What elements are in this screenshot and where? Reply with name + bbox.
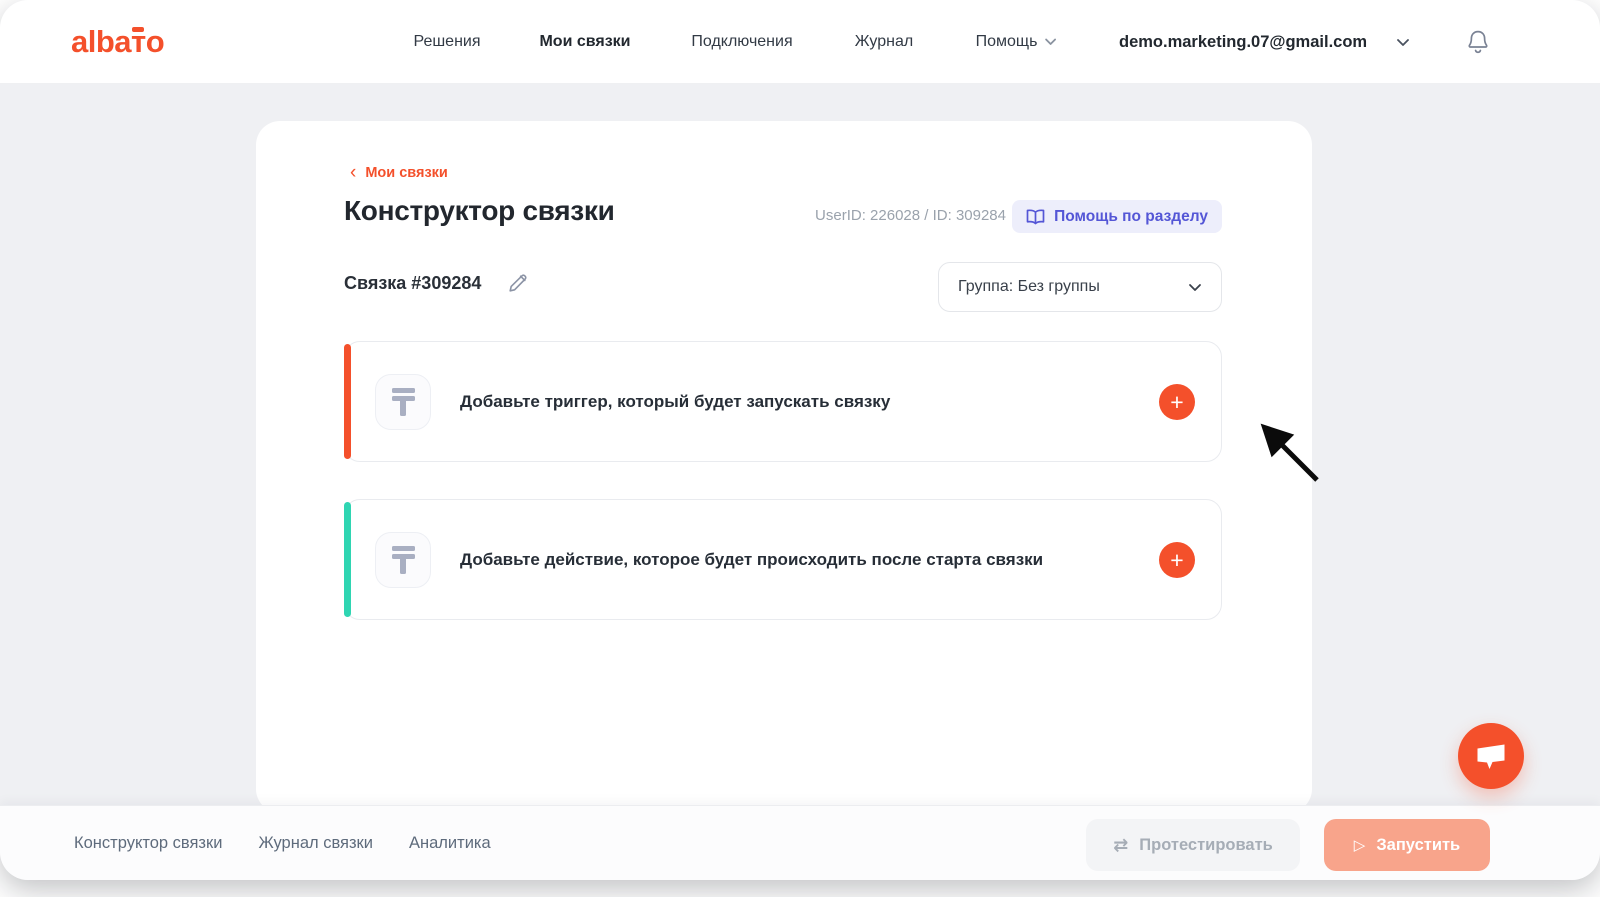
nav-label: Подключения	[691, 33, 792, 51]
page-title: Конструктор связки	[344, 195, 615, 227]
trigger-step-card[interactable]: Добавьте триггер, который будет запускат…	[344, 341, 1222, 462]
account-chevron-down-icon[interactable]	[1396, 0, 1410, 84]
action-accent-bar	[344, 502, 351, 617]
group-select-value: Группа: Без группы	[958, 278, 1100, 296]
nav-item-my-bundles[interactable]: Мои связки	[539, 0, 630, 84]
nav-label: Решения	[413, 33, 480, 51]
add-action-button[interactable]: +	[1159, 542, 1195, 578]
play-icon: ▷	[1354, 838, 1366, 853]
trigger-t-glyph-icon	[392, 546, 415, 574]
footer-tabs: Конструктор связки Журнал связки Аналити…	[74, 806, 491, 880]
bundle-name-row: Связка #309284	[344, 273, 528, 294]
bottom-action-bar: Конструктор связки Журнал связки Аналити…	[0, 805, 1600, 880]
pencil-icon	[507, 273, 528, 294]
chat-widget-button[interactable]	[1458, 723, 1524, 789]
trigger-step-text: Добавьте триггер, который будет запускат…	[460, 392, 890, 412]
trigger-accent-bar	[344, 344, 351, 459]
chevron-left-icon: ‹	[350, 166, 356, 180]
nav-item-solutions[interactable]: Решения	[413, 0, 480, 84]
run-bundle-button[interactable]: ▷ Запустить	[1324, 819, 1490, 871]
run-button-label: Запустить	[1376, 836, 1460, 855]
logo-text-t: т	[131, 24, 146, 60]
speech-bubble-icon	[1474, 741, 1508, 772]
chevron-down-icon	[1044, 38, 1056, 46]
open-book-icon	[1026, 209, 1045, 225]
account-email[interactable]: demo.marketing.07@gmail.com	[1119, 0, 1367, 84]
bundle-builder-card: ‹ Мои связки Конструктор связки UserID: …	[256, 121, 1312, 813]
swap-arrows-icon: ⇄	[1113, 836, 1128, 854]
test-button-label: Протестировать	[1139, 836, 1273, 855]
nav-label: Помощь	[976, 33, 1038, 51]
chevron-down-icon	[1188, 283, 1202, 292]
test-bundle-button[interactable]: ⇄ Протестировать	[1086, 819, 1300, 871]
footer-tab-builder[interactable]: Конструктор связки	[74, 834, 222, 853]
logo-text-2: o	[146, 24, 164, 60]
trigger-t-glyph-icon	[392, 388, 415, 416]
nav-item-connections[interactable]: Подключения	[691, 0, 792, 84]
breadcrumb-back-link[interactable]: ‹ Мои связки	[350, 165, 448, 181]
footer-tab-analytics[interactable]: Аналитика	[409, 834, 491, 853]
nav-item-help[interactable]: Помощь	[976, 0, 1057, 84]
bundle-name: Связка #309284	[344, 273, 481, 294]
section-help-button[interactable]: Помощь по разделу	[1012, 200, 1222, 233]
app-window: albaтo Решения Мои связки Подключения Жу…	[0, 0, 1600, 880]
step-icon-tile	[375, 374, 431, 430]
add-trigger-button[interactable]: +	[1159, 384, 1195, 420]
user-and-bundle-id: UserID: 226028 / ID: 309284	[815, 207, 1006, 224]
edit-bundle-name-button[interactable]	[507, 273, 528, 294]
footer-tab-log[interactable]: Журнал связки	[258, 834, 373, 853]
albato-logo[interactable]: albaтo	[71, 0, 164, 84]
action-step-text: Добавьте действие, которое будет происхо…	[460, 550, 1043, 570]
nav-label: Журнал	[855, 33, 913, 51]
group-select-dropdown[interactable]: Группа: Без группы	[938, 262, 1222, 312]
breadcrumb-label: Мои связки	[365, 165, 448, 181]
bell-icon[interactable]	[1466, 0, 1490, 84]
top-nav-bar: albaтo Решения Мои связки Подключения Жу…	[0, 0, 1600, 84]
nav-item-log[interactable]: Журнал	[855, 0, 913, 84]
section-help-label: Помощь по разделу	[1054, 208, 1208, 226]
step-icon-tile	[375, 532, 431, 588]
action-step-card[interactable]: Добавьте действие, которое будет происхо…	[344, 499, 1222, 620]
nav-label: Мои связки	[539, 33, 630, 51]
logo-text-1: alba	[71, 24, 131, 60]
